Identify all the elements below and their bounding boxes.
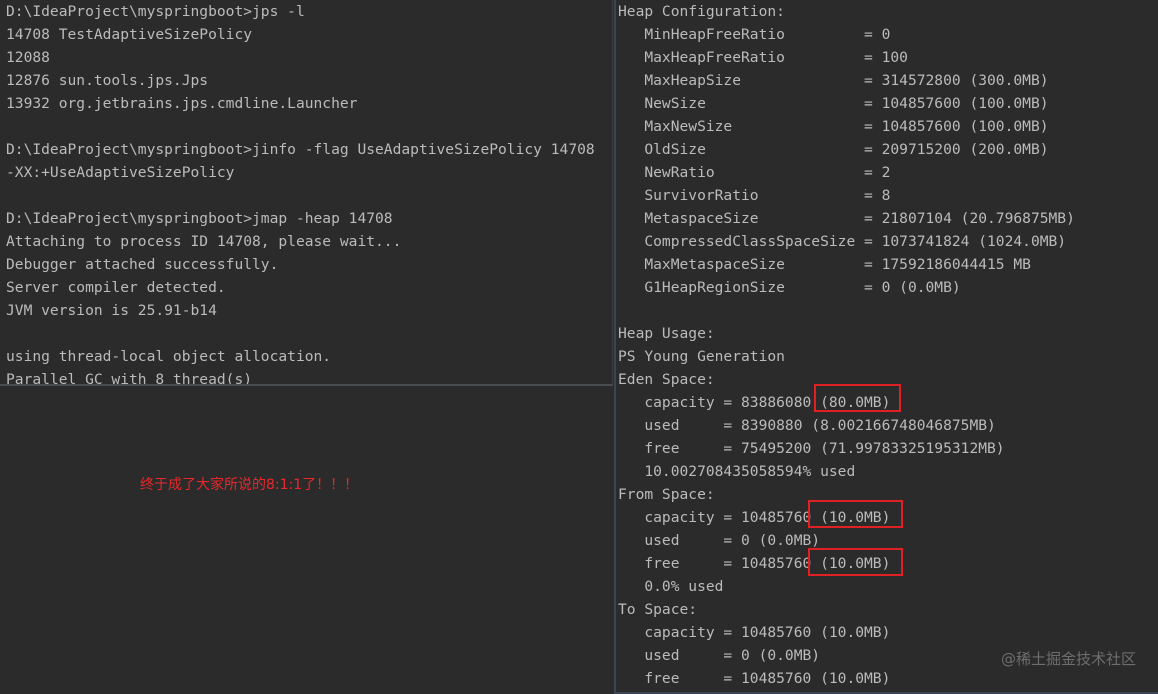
left-terminal-line (6, 115, 612, 138)
right-terminal-pane[interactable]: Heap Configuration: MinHeapFreeRatio = 0… (614, 0, 1158, 694)
left-terminal-line: Server compiler detected. (6, 279, 226, 296)
right-terminal-line: OldSize = 209715200 (200.0MB) (618, 141, 1049, 158)
left-terminal-output: D:\IdeaProject\myspringboot>jps -l 14708 … (6, 0, 612, 386)
right-terminal-line: Heap Configuration: (618, 3, 785, 20)
right-terminal-line: PS Young Generation (618, 348, 785, 365)
left-terminal-line: D:\IdeaProject\myspringboot>jps -l (6, 3, 305, 20)
right-terminal-line: free = 10485760 (10.0MB) (618, 670, 891, 687)
empty-area (0, 389, 612, 694)
right-terminal-line: To Space: (618, 601, 698, 618)
left-terminal-line: Parallel GC with 8 thread(s) (6, 371, 253, 386)
left-terminal-line: using thread-local object allocation. (6, 348, 332, 365)
right-terminal-line: NewRatio = 2 (618, 164, 891, 181)
right-terminal-line: capacity = 83886080 (80.0MB) (618, 394, 891, 411)
left-terminal-line: 12876 sun.tools.jps.Jps (6, 72, 209, 89)
right-terminal-line: capacity = 10485760 (10.0MB) (618, 624, 891, 641)
left-terminal-pane[interactable]: D:\IdeaProject\myspringboot>jps -l 14708 … (0, 0, 613, 386)
right-terminal-line: MetaspaceSize = 21807104 (20.796875MB) (618, 210, 1075, 227)
left-terminal-line: 13932 org.jetbrains.jps.cmdline.Launcher (6, 95, 358, 112)
left-terminal-line: D:\IdeaProject\myspringboot>jmap -heap 1… (6, 210, 393, 227)
right-terminal-line: CompressedClassSpaceSize = 1073741824 (1… (618, 233, 1067, 250)
left-terminal-line (6, 184, 612, 207)
right-terminal-line: MaxMetaspaceSize = 17592186044415 MB (618, 256, 1031, 273)
right-terminal-line: MaxHeapSize = 314572800 (300.0MB) (618, 72, 1049, 89)
left-terminal-line: 14708 TestAdaptiveSizePolicy (6, 26, 253, 43)
left-terminal-line (6, 322, 612, 345)
right-terminal-line: free = 10485760 (10.0MB) (618, 555, 891, 572)
right-terminal-line: Heap Usage: (618, 325, 715, 342)
left-terminal-line: 12088 (6, 49, 50, 66)
right-terminal-line: Eden Space: (618, 371, 715, 388)
right-terminal-line: G1HeapRegionSize = 0 (0.0MB) (618, 279, 961, 296)
right-terminal-line: From Space: (618, 486, 715, 503)
watermark: @稀土掘金技术社区 (1000, 650, 1136, 668)
right-terminal-line: used = 0 (0.0MB) (618, 532, 821, 549)
right-terminal-line (618, 299, 1158, 322)
left-terminal-line: JVM version is 25.91-b14 (6, 302, 217, 319)
right-terminal-line: used = 8390880 (8.002166748046875MB) (618, 417, 996, 434)
right-terminal-line: MaxNewSize = 104857600 (100.0MB) (618, 118, 1049, 135)
left-terminal-line: Debugger attached successfully. (6, 256, 279, 273)
left-terminal-line: -XX:+UseAdaptiveSizePolicy (6, 164, 235, 181)
right-terminal-line: capacity = 10485760 (10.0MB) (618, 509, 891, 526)
left-terminal-line: Attaching to process ID 14708, please wa… (6, 233, 402, 250)
right-terminal-line: MinHeapFreeRatio = 0 (618, 26, 891, 43)
right-terminal-line: 0.0% used (618, 578, 724, 595)
left-terminal-line: D:\IdeaProject\myspringboot>jinfo -flag … (6, 141, 595, 158)
right-terminal-line: NewSize = 104857600 (100.0MB) (618, 95, 1049, 112)
right-terminal-line: 10.002708435058594% used (618, 463, 856, 480)
annotation-text: 终于成了大家所说的8:1:1了！！！ (140, 477, 359, 493)
right-terminal-output: Heap Configuration: MinHeapFreeRatio = 0… (618, 0, 1158, 690)
right-terminal-line: free = 75495200 (71.99783325195312MB) (618, 440, 1005, 457)
right-terminal-line: SurvivorRatio = 8 (618, 187, 891, 204)
right-terminal-line: MaxHeapFreeRatio = 100 (618, 49, 908, 66)
